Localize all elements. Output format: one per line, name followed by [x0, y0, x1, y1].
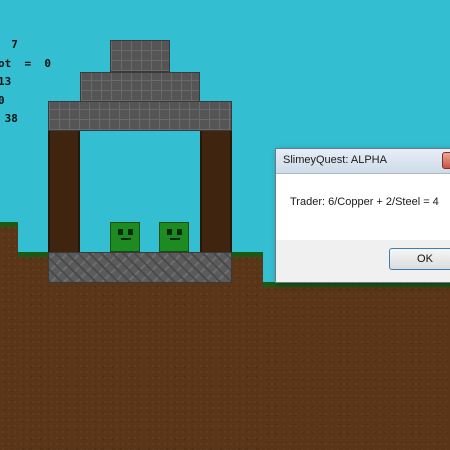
hud-stat-line: ot = 0: [0, 56, 51, 70]
hud-stat-line: 7: [11, 38, 18, 51]
dirt-ground: [0, 225, 18, 450]
slime-mouth: [121, 238, 131, 240]
dialog-body: Trader: 6/Copper + 2/Steel = 4: [276, 174, 450, 240]
dialog-message: Trader: 6/Copper + 2/Steel = 4: [290, 196, 439, 208]
temple-roof-middle: [80, 72, 200, 102]
temple-pillar-right: [200, 131, 232, 253]
hud-stat-line: 13: [0, 75, 12, 88]
dialog-title: SlimeyQuest: ALPHA: [283, 154, 387, 166]
slime-eye: [128, 229, 133, 235]
dirt-ground: [263, 285, 450, 450]
temple-pillar-left: [48, 131, 80, 253]
slime-eye: [118, 229, 123, 235]
message-dialog: SlimeyQuest: ALPHA × Trader: 6/Copper + …: [275, 148, 450, 283]
temple-roof-top: [110, 40, 170, 72]
temple-base-platform: [48, 252, 232, 283]
temple-roof-lintel: [48, 101, 232, 131]
game-canvas[interactable]: 7 ot = 0 13 0 38 SlimeyQuest: ALPHA ×: [0, 0, 450, 450]
close-icon[interactable]: ×: [442, 152, 450, 169]
dialog-footer: OK: [276, 240, 450, 282]
grass-strip: [0, 222, 18, 227]
dialog-titlebar[interactable]: SlimeyQuest: ALPHA ×: [276, 149, 450, 174]
slime-eye: [167, 229, 172, 235]
slime-character[interactable]: [159, 222, 189, 252]
slime-mouth: [170, 238, 180, 240]
slime-character[interactable]: [110, 222, 140, 252]
ok-button[interactable]: OK: [389, 248, 450, 270]
slime-eye: [177, 229, 182, 235]
dirt-ground: [18, 255, 263, 450]
